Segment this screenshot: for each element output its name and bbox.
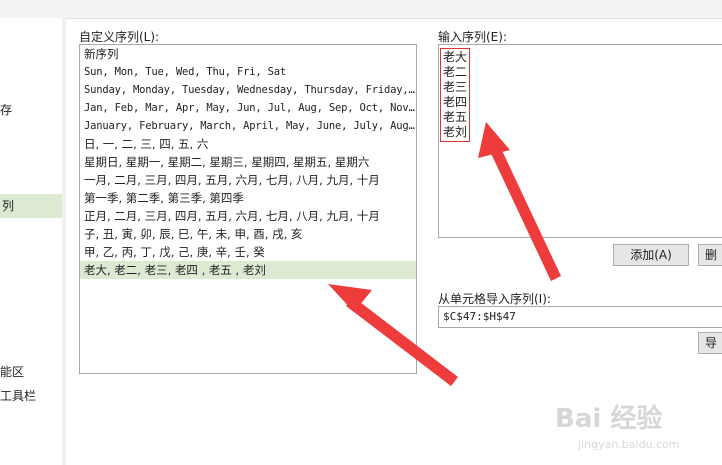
- entry-line: 老二: [443, 65, 468, 79]
- list-item[interactable]: 甲, 乙, 丙, 丁, 戊, 己, 庚, 辛, 壬, 癸: [80, 243, 416, 261]
- list-item[interactable]: 第一季, 第二季, 第三季, 第四季: [80, 189, 416, 207]
- panel-divider: [62, 18, 66, 465]
- top-strip: [0, 0, 722, 19]
- custom-lists-listbox[interactable]: 新序列 Sun, Mon, Tue, Wed, Thu, Fri, Sat Su…: [79, 44, 417, 374]
- sidebar-item-label: 存: [0, 103, 13, 117]
- import-button[interactable]: 导: [698, 332, 722, 354]
- add-button[interactable]: 添加(A): [613, 244, 689, 266]
- sidebar-item-toolbar[interactable]: 工具栏: [0, 384, 62, 408]
- watermark-url: jingyan.baidu.com: [578, 438, 680, 451]
- list-item-selected[interactable]: 老大, 老二, 老三, 老四 , 老五 , 老刘: [80, 261, 416, 279]
- custom-lists-label: 自定义序列(L):: [79, 30, 160, 44]
- list-item[interactable]: 正月, 二月, 三月, 四月, 五月, 六月, 七月, 八月, 九月, 十月: [80, 207, 416, 225]
- import-range-input[interactable]: $C$47:$H$47: [438, 306, 722, 328]
- input-entries-textarea[interactable]: [438, 44, 722, 238]
- import-range-label: 从单元格导入序列(I):: [438, 292, 551, 306]
- sidebar-item-label: 能区: [0, 365, 25, 379]
- sidebar-item-ribbon[interactable]: 能区: [0, 360, 62, 384]
- sidebar-item-save[interactable]: 存: [0, 98, 62, 122]
- options-sidebar: 存 列 能区 工具栏: [0, 18, 63, 465]
- delete-button[interactable]: 删: [698, 244, 722, 266]
- list-item[interactable]: January, February, March, April, May, Ju…: [80, 117, 416, 135]
- sidebar-item-label: 列: [2, 199, 15, 213]
- list-item[interactable]: Sunday, Monday, Tuesday, Wednesday, Thur…: [80, 81, 416, 99]
- list-item[interactable]: Jan, Feb, Mar, Apr, May, Jun, Jul, Aug, …: [80, 99, 416, 117]
- entry-line: 老四: [443, 95, 468, 109]
- list-item[interactable]: 新序列: [80, 45, 416, 63]
- list-item[interactable]: Sun, Mon, Tue, Wed, Thu, Fri, Sat: [80, 63, 416, 81]
- list-item[interactable]: 子, 丑, 寅, 卯, 辰, 巳, 午, 未, 申, 酉, 戌, 亥: [80, 225, 416, 243]
- sidebar-item-label: 工具栏: [0, 389, 37, 403]
- list-item[interactable]: 日, 一, 二, 三, 四, 五, 六: [80, 135, 416, 153]
- sidebar-item-advanced[interactable]: 列: [0, 194, 62, 218]
- list-item[interactable]: 星期日, 星期一, 星期二, 星期三, 星期四, 星期五, 星期六: [80, 153, 416, 171]
- entries-highlight-box: 老大 老二 老三 老四 老五 老刘: [440, 48, 470, 142]
- entry-line: 老大: [443, 50, 468, 64]
- input-entries-label: 输入序列(E):: [438, 30, 507, 44]
- entry-line: 老五: [443, 110, 468, 124]
- list-item[interactable]: 一月, 二月, 三月, 四月, 五月, 六月, 七月, 八月, 九月, 十月: [80, 171, 416, 189]
- entry-line: 老刘: [443, 125, 468, 139]
- watermark-logo: Bai 经验: [555, 404, 663, 434]
- entry-line: 老三: [443, 80, 468, 94]
